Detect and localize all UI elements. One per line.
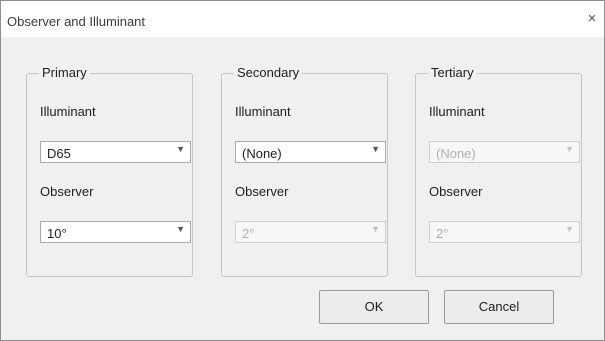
observer-label: Observer [429,184,483,199]
title-bar: Observer and Illuminant × [1,1,604,37]
illuminant-label: Illuminant [235,104,291,119]
secondary-illuminant-dropdown[interactable]: (None) ▼ [235,141,386,163]
chevron-down-icon: ▼ [565,144,574,154]
window-title: Observer and Illuminant [7,14,146,29]
tertiary-illuminant-value: (None) [436,146,476,161]
illuminant-label: Illuminant [40,104,96,119]
tertiary-observer-dropdown: 2° ▼ [429,221,580,243]
primary-illuminant-dropdown[interactable]: D65 ▼ [40,141,191,163]
group-tertiary: Tertiary Illuminant (None) ▼ Observer 2°… [415,65,582,277]
secondary-illuminant-value: (None) [242,146,282,161]
tertiary-observer-value: 2° [436,226,449,241]
primary-observer-dropdown[interactable]: 10° ▼ [40,221,191,243]
primary-illuminant-value: D65 [47,146,71,161]
chevron-down-icon: ▼ [176,224,185,234]
close-icon[interactable]: × [584,11,600,27]
secondary-observer-value: 2° [242,226,255,241]
group-primary: Primary Illuminant D65 ▼ Observer 10° ▼ [26,65,193,277]
chevron-down-icon: ▼ [176,144,185,154]
dialog-window: Observer and Illuminant × Primary Illumi… [0,0,605,341]
group-title-primary: Primary [39,65,90,80]
observer-label: Observer [235,184,289,199]
group-title-tertiary: Tertiary [428,65,477,80]
primary-observer-value: 10° [47,226,67,241]
secondary-observer-dropdown: 2° ▼ [235,221,386,243]
group-title-secondary: Secondary [234,65,303,80]
ok-button[interactable]: OK [319,290,429,324]
chevron-down-icon: ▼ [371,224,380,234]
tertiary-illuminant-dropdown: (None) ▼ [429,141,580,163]
illuminant-label: Illuminant [429,104,485,119]
chevron-down-icon: ▼ [565,224,574,234]
cancel-button[interactable]: Cancel [444,290,554,324]
observer-label: Observer [40,184,94,199]
chevron-down-icon: ▼ [371,144,380,154]
group-secondary: Secondary Illuminant (None) ▼ Observer 2… [221,65,388,277]
